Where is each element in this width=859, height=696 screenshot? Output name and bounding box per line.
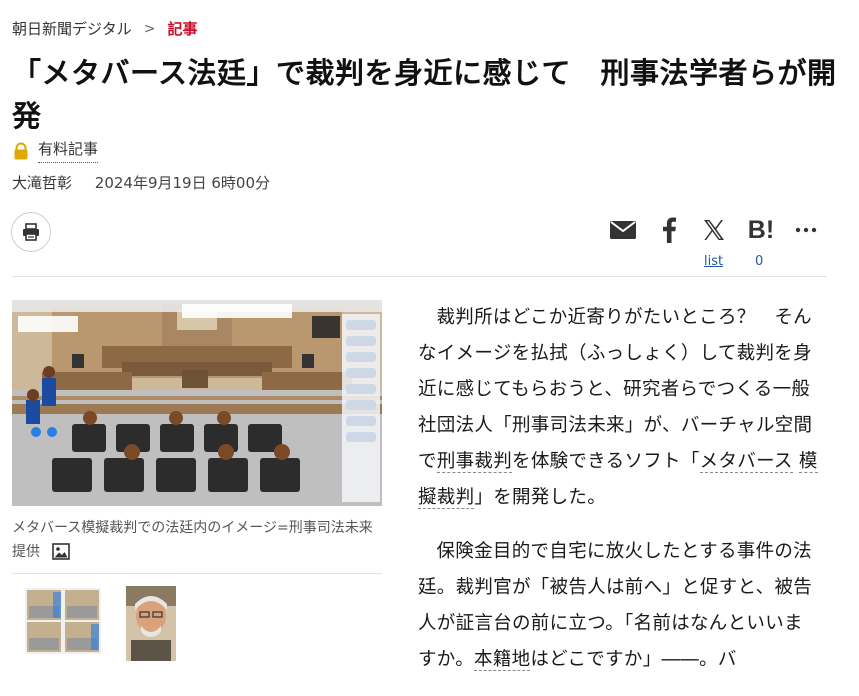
- breadcrumb-site-link[interactable]: 朝日新聞デジタル: [12, 18, 132, 39]
- article-paragraph: 保険金目的で自宅に放火したとする事件の法廷。裁判官が「被告人は前へ」と促すと、被…: [418, 541, 813, 671]
- article-photo[interactable]: [12, 300, 382, 506]
- x-icon: [704, 220, 724, 240]
- share-more-button[interactable]: [792, 214, 820, 246]
- print-icon: [23, 223, 39, 241]
- article-paragraph: 裁判所はどこか近寄りがたいところ？ そんなイメージを払拭（ふっしょく）して裁判を…: [418, 307, 818, 509]
- paid-article-badge: 有料記事: [12, 138, 99, 163]
- byline: 大滝哲彰 2024年9月19日 6時00分: [12, 172, 270, 193]
- breadcrumb-separator: >: [143, 20, 156, 37]
- keyword-link-honseki[interactable]: 本籍地: [474, 649, 531, 671]
- caption-divider: [12, 573, 382, 574]
- image-icon[interactable]: [52, 543, 71, 560]
- mail-icon: [610, 221, 636, 239]
- publish-date: 2024年9月19日 6時00分: [94, 174, 271, 192]
- paid-article-label[interactable]: 有料記事: [38, 138, 99, 163]
- share-hatena-button[interactable]: B!: [745, 214, 777, 246]
- thumbnail-portrait[interactable]: [126, 586, 176, 661]
- author-name: 大滝哲彰: [12, 174, 73, 192]
- hatena-icon: B!: [747, 215, 775, 244]
- article-body: 裁判所はどこか近寄りがたいところ？ そんなイメージを払拭（ふっしょく）して裁判を…: [418, 300, 820, 696]
- header-divider: [12, 276, 827, 277]
- photo-caption: メタバース模擬裁判での法廷内のイメージ=刑事司法未来提供: [12, 516, 382, 564]
- keyword-link-criminal-trial[interactable]: 刑事裁判: [436, 451, 513, 473]
- breadcrumb-current: 記事: [167, 20, 198, 38]
- virtual-courtroom-image: [12, 300, 382, 506]
- share-x-list-link[interactable]: list: [704, 254, 723, 269]
- hatena-count[interactable]: 0: [755, 254, 763, 269]
- facebook-icon: [663, 217, 676, 243]
- breadcrumb: 朝日新聞デジタル > 記事: [12, 18, 197, 39]
- share-facebook-button[interactable]: [657, 214, 681, 246]
- thumbnail-courtroom-grid[interactable]: [25, 588, 101, 654]
- share-x-button[interactable]: [701, 214, 727, 246]
- lock-icon: [14, 142, 28, 159]
- print-button[interactable]: [11, 212, 51, 252]
- share-mail-button[interactable]: [608, 214, 638, 246]
- more-icon: [795, 227, 817, 233]
- article-title: 「メタバース法廷」で裁判を身近に感じて 刑事法学者らが開発: [12, 56, 837, 133]
- keyword-link-metaverse[interactable]: メタバース: [699, 451, 793, 473]
